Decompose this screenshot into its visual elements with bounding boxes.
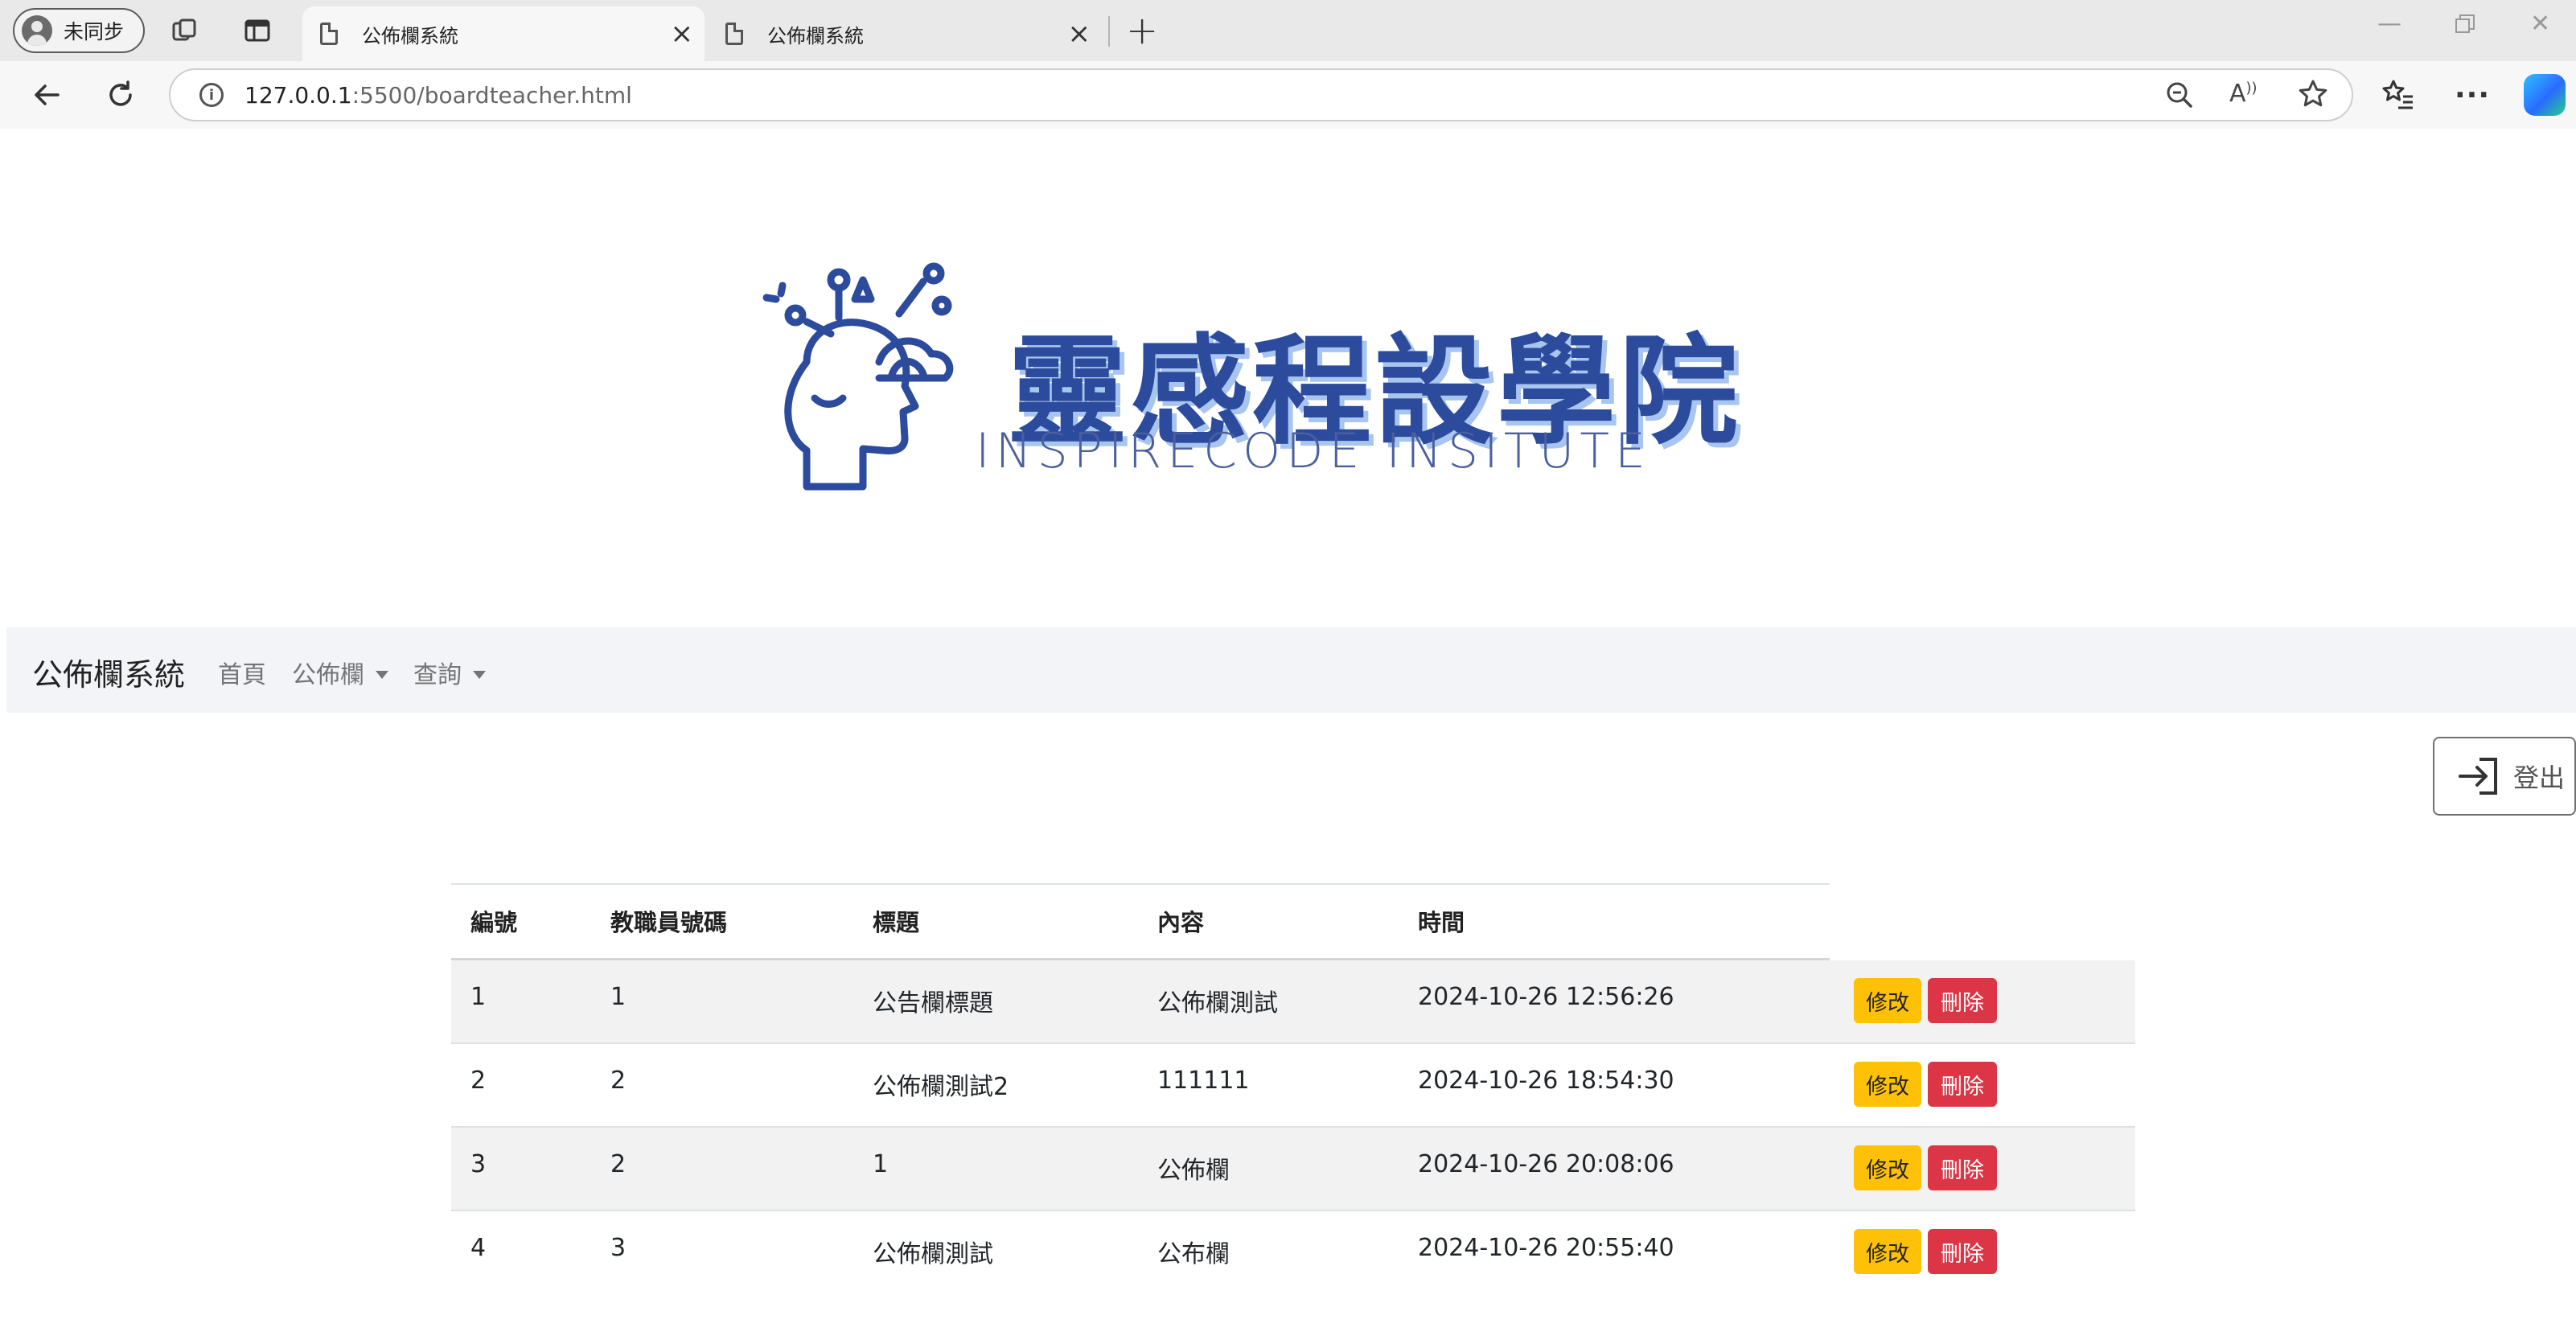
close-tab-icon[interactable]: × bbox=[1068, 18, 1091, 50]
profile-label: 未同步 bbox=[64, 20, 125, 43]
tab-title: 公佈欄系統 bbox=[362, 24, 458, 47]
page-icon bbox=[320, 23, 338, 45]
site-info-icon[interactable]: i bbox=[199, 83, 224, 107]
table-row: 4 3 公佈欄測試 公布欄 2024-10-26 20:55:40 修改 刪除 bbox=[451, 1211, 2135, 1295]
cell-time: 2024-10-26 12:56:26 bbox=[1418, 983, 1674, 1011]
delete-button[interactable]: 刪除 bbox=[1928, 1062, 1997, 1107]
address-bar[interactable]: i 127.0.0.1:5500/boardteacher.html A)) bbox=[169, 68, 2353, 121]
cell-time: 2024-10-26 20:55:40 bbox=[1418, 1234, 1674, 1262]
cell-id: 1 bbox=[470, 983, 487, 1011]
vertical-tabs-icon[interactable] bbox=[241, 14, 273, 47]
url-text: 127.0.0.1:5500/boardteacher.html bbox=[244, 81, 632, 109]
tab-title: 公佈欄系統 bbox=[767, 24, 864, 47]
delete-button[interactable]: 刪除 bbox=[1928, 1229, 1997, 1274]
logout-button[interactable]: 登出 bbox=[2433, 737, 2576, 816]
table-row: 3 2 1 公佈欄 2024-10-26 20:08:06 修改 刪除 bbox=[451, 1128, 2135, 1211]
restore-icon[interactable] bbox=[2455, 13, 2475, 41]
new-tab-icon[interactable]: + bbox=[1126, 11, 1158, 50]
caret-down-icon bbox=[376, 670, 388, 679]
cell-id: 3 bbox=[470, 1150, 487, 1178]
logo-subtitle: INSPIRECODE INSITUTE bbox=[976, 423, 1651, 479]
close-tab-icon[interactable]: × bbox=[671, 18, 694, 50]
cell-content: 111111 bbox=[1157, 1067, 1250, 1095]
browser-tab-bar: 未同步 公佈欄系統 × 公佈欄系統 × + — ✕ bbox=[0, 0, 2576, 61]
cell-content: 公佈欄測試 bbox=[1157, 989, 1278, 1017]
close-window-icon[interactable]: ✕ bbox=[2530, 10, 2550, 38]
cell-staff: 1 bbox=[610, 983, 627, 1011]
minimize-icon[interactable]: — bbox=[2377, 10, 2401, 38]
edit-button[interactable]: 修改 bbox=[1854, 1229, 1921, 1274]
header-time: 時間 bbox=[1418, 909, 1465, 936]
reload-icon[interactable] bbox=[98, 72, 143, 117]
more-options-icon[interactable]: ··· bbox=[2450, 72, 2495, 117]
caret-down-icon bbox=[473, 670, 486, 679]
cell-title: 公告欄標題 bbox=[873, 989, 993, 1017]
header-staff-number: 教職員號碼 bbox=[610, 909, 728, 936]
header-content: 內容 bbox=[1157, 909, 1205, 936]
edit-button[interactable]: 修改 bbox=[1854, 1145, 1921, 1190]
nav-dropdown-search[interactable]: 查詢 bbox=[413, 655, 486, 690]
site-navbar: 公佈欄系統 首頁 公佈欄 查詢 bbox=[6, 627, 2576, 713]
cell-content: 公佈欄 bbox=[1157, 1157, 1230, 1185]
page-content: 靈感程設學院 INSPIRECODE INSITUTE 公佈欄系統 首頁 公佈欄… bbox=[6, 129, 2576, 1336]
back-arrow-icon[interactable] bbox=[24, 72, 69, 117]
edit-button[interactable]: 修改 bbox=[1854, 978, 1921, 1023]
cell-staff: 3 bbox=[610, 1234, 627, 1262]
cell-id: 4 bbox=[470, 1234, 487, 1262]
read-aloud-icon[interactable]: A)) bbox=[2229, 80, 2258, 108]
cell-title: 公佈欄測試2 bbox=[873, 1073, 1009, 1101]
nav-dropdown-board[interactable]: 公佈欄 bbox=[292, 655, 388, 690]
table-row: 1 1 公告欄標題 公佈欄測試 2024-10-26 12:56:26 修改 刪… bbox=[451, 960, 2135, 1044]
edit-button[interactable]: 修改 bbox=[1854, 1062, 1921, 1107]
tab-inactive[interactable]: 公佈欄系統 × bbox=[708, 6, 1102, 61]
nav-link-home[interactable]: 首頁 bbox=[218, 655, 266, 690]
cell-staff: 2 bbox=[610, 1150, 627, 1178]
header-id: 編號 bbox=[470, 909, 518, 936]
tab-separator bbox=[1108, 16, 1110, 47]
page-icon bbox=[725, 23, 743, 45]
copilot-icon[interactable] bbox=[2524, 74, 2566, 116]
header-title: 標題 bbox=[873, 909, 920, 936]
cell-time: 2024-10-26 20:08:06 bbox=[1418, 1150, 1674, 1178]
logout-label: 登出 bbox=[2513, 763, 2566, 793]
site-logo: 靈感程設學院 INSPIRECODE INSITUTE bbox=[758, 257, 1738, 491]
cell-content: 公布欄 bbox=[1157, 1240, 1230, 1268]
favorite-star-icon[interactable] bbox=[2297, 78, 2329, 117]
profile-button[interactable]: 未同步 bbox=[13, 8, 145, 53]
favorites-icon[interactable] bbox=[2376, 72, 2421, 117]
tab-active[interactable]: 公佈欄系統 × bbox=[302, 6, 705, 61]
address-bar-row: i 127.0.0.1:5500/boardteacher.html A)) ·… bbox=[0, 61, 2576, 129]
zoom-icon[interactable] bbox=[2163, 79, 2196, 117]
sign-in-icon bbox=[2459, 758, 2497, 795]
delete-button[interactable]: 刪除 bbox=[1928, 978, 1997, 1023]
cell-staff: 2 bbox=[610, 1067, 627, 1095]
delete-button[interactable]: 刪除 bbox=[1928, 1145, 1997, 1190]
head-ideas-icon bbox=[762, 262, 954, 491]
profile-avatar-icon bbox=[22, 15, 52, 46]
cell-title: 公佈欄測試 bbox=[873, 1240, 993, 1268]
cell-time: 2024-10-26 18:54:30 bbox=[1418, 1067, 1674, 1095]
cell-id: 2 bbox=[470, 1067, 487, 1095]
navbar-brand[interactable]: 公佈欄系統 bbox=[32, 650, 185, 694]
collections-icon[interactable] bbox=[169, 14, 201, 47]
cell-title: 1 bbox=[873, 1150, 889, 1178]
table-header: 編號 教職員號碼 標題 內容 時間 bbox=[451, 883, 1830, 960]
table-row: 2 2 公佈欄測試2 111111 2024-10-26 18:54:30 修改… bbox=[451, 1044, 2135, 1128]
